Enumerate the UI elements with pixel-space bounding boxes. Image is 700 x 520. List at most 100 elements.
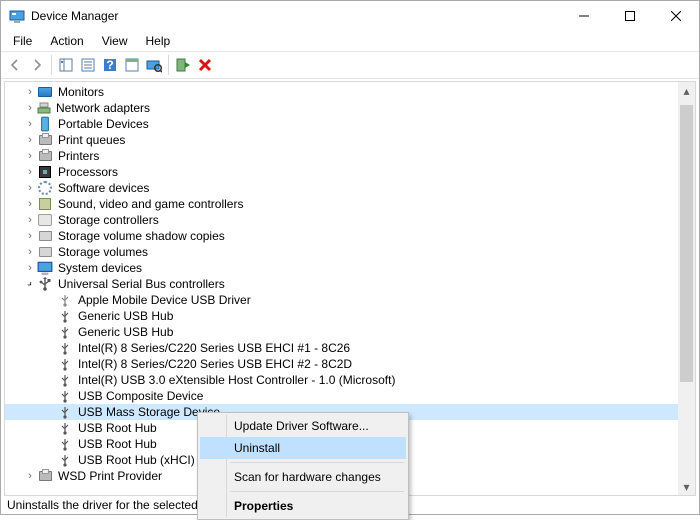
title-bar: Device Manager [1,1,699,31]
tree-label: Universal Serial Bus controllers [56,276,227,292]
uninstall-device-button[interactable] [195,55,215,75]
expand-icon[interactable]: › [23,100,37,116]
tree-label: Storage volumes [56,244,150,260]
toolbar: ? [1,51,699,79]
sound-icon [37,196,53,212]
scan-hardware-button[interactable] [144,55,164,75]
menu-file[interactable]: File [5,32,40,50]
show-hide-tree-button[interactable] [56,55,76,75]
context-scan-hardware[interactable]: Scan for hardware changes [200,466,406,488]
minimize-button[interactable] [561,1,607,31]
tree-item-processors[interactable]: › Processors [5,164,678,180]
expand-icon[interactable]: › [23,244,37,260]
menu-action[interactable]: Action [42,32,91,50]
disk-icon [37,244,53,260]
menu-bar: File Action View Help [1,31,699,51]
tree-item-usb-device[interactable]: Intel(R) 8 Series/C220 Series USB EHCI #… [5,340,678,356]
update-driver-button[interactable] [122,55,142,75]
tree-item-usb-device[interactable]: Generic USB Hub [5,324,678,340]
computer-icon [37,260,53,276]
tree-label: Storage controllers [56,212,161,228]
usb-icon [57,292,73,308]
vertical-scrollbar[interactable]: ▴ ▾ [678,82,695,495]
expand-icon[interactable]: › [23,180,37,196]
usb-icon [57,404,73,420]
window-title: Device Manager [31,9,561,23]
close-button[interactable] [653,1,699,31]
printer-icon [37,148,53,164]
expand-icon[interactable]: › [23,228,37,244]
tree-item-software[interactable]: ›Software devices [5,180,678,196]
tree-label: Monitors [56,84,106,100]
context-separator [230,462,404,463]
menu-help[interactable]: Help [138,32,179,50]
maximize-button[interactable] [607,1,653,31]
toolbar-divider [51,55,52,75]
help-button[interactable]: ? [100,55,120,75]
tree-item-storage-controllers[interactable]: › Storage controllers [5,212,678,228]
tree-item-monitors[interactable]: › Monitors [5,84,678,100]
tree-item-print-queues[interactable]: › Print queues [5,132,678,148]
tree-item-portable[interactable]: ›Portable Devices [5,116,678,132]
tree-label: System devices [56,260,144,276]
context-label: Properties [234,499,293,513]
scroll-down-arrow-icon[interactable]: ▾ [678,478,695,495]
back-button[interactable] [5,55,25,75]
tree-item-usb-device[interactable]: Intel(R) 8 Series/C220 Series USB EHCI #… [5,356,678,372]
scroll-thumb[interactable] [680,105,693,382]
disk-icon [37,228,53,244]
tree-label: Intel(R) USB 3.0 eXtensible Host Control… [76,372,397,388]
tree-label: Processors [56,164,120,180]
tree-label: Print queues [56,132,127,148]
tree-item-shadow-copies[interactable]: › Storage volume shadow copies [5,228,678,244]
tree-item-network[interactable]: ›Network adapters [5,100,678,116]
expand-icon[interactable]: › [23,196,37,212]
tree-item-sound[interactable]: › Sound, video and game controllers [5,196,678,212]
gear-icon [37,180,53,196]
forward-button[interactable] [27,55,47,75]
tree-label: Storage volume shadow copies [56,228,227,244]
enable-device-button[interactable] [173,55,193,75]
menu-view[interactable]: View [94,32,136,50]
tree-item-printers[interactable]: ›Printers [5,148,678,164]
tree-item-usb-device[interactable]: Generic USB Hub [5,308,678,324]
app-icon [9,8,25,24]
tree-item-storage-volumes[interactable]: › Storage volumes [5,244,678,260]
usb-icon [57,452,73,468]
svg-text:?: ? [106,58,113,72]
tree-item-usb-controllers[interactable]: ›Universal Serial Bus controllers [5,276,678,292]
context-update-driver[interactable]: Update Driver Software... [200,415,406,437]
tree-label: Generic USB Hub [76,308,175,324]
expand-icon[interactable]: › [23,212,37,228]
tree-label: USB Root Hub [76,436,159,452]
tree-label: USB Root Hub (xHCI) [76,452,197,468]
usb-icon [57,308,73,324]
expand-icon[interactable]: › [23,468,37,484]
usb-icon [57,356,73,372]
tree-item-usb-device[interactable]: USB Composite Device [5,388,678,404]
usb-icon [57,324,73,340]
usb-icon [57,388,73,404]
controller-icon [37,212,53,228]
scroll-up-arrow-icon[interactable]: ▴ [678,82,695,99]
expand-icon[interactable]: › [23,116,37,132]
context-properties[interactable]: Properties [200,495,406,517]
tree-label: USB Composite Device [76,388,205,404]
tree-label: Sound, video and game controllers [56,196,245,212]
context-menu: Update Driver Software... Uninstall Scan… [197,412,409,520]
monitor-icon [37,84,53,100]
tree-item-system-devices[interactable]: ›System devices [5,260,678,276]
expand-icon[interactable]: › [23,148,37,164]
toolbar-divider [168,55,169,75]
tree-label: Intel(R) 8 Series/C220 Series USB EHCI #… [76,340,352,356]
expand-icon[interactable]: › [23,132,37,148]
scroll-track[interactable] [678,99,695,478]
properties-button[interactable] [78,55,98,75]
tree-item-usb-device[interactable]: Apple Mobile Device USB Driver [5,292,678,308]
tree-item-usb-device[interactable]: Intel(R) USB 3.0 eXtensible Host Control… [5,372,678,388]
context-uninstall[interactable]: Uninstall [200,437,406,459]
tree-label: Intel(R) 8 Series/C220 Series USB EHCI #… [76,356,354,372]
expand-icon[interactable]: › [23,84,37,100]
context-label: Uninstall [234,441,280,455]
expand-icon[interactable]: › [23,164,37,180]
